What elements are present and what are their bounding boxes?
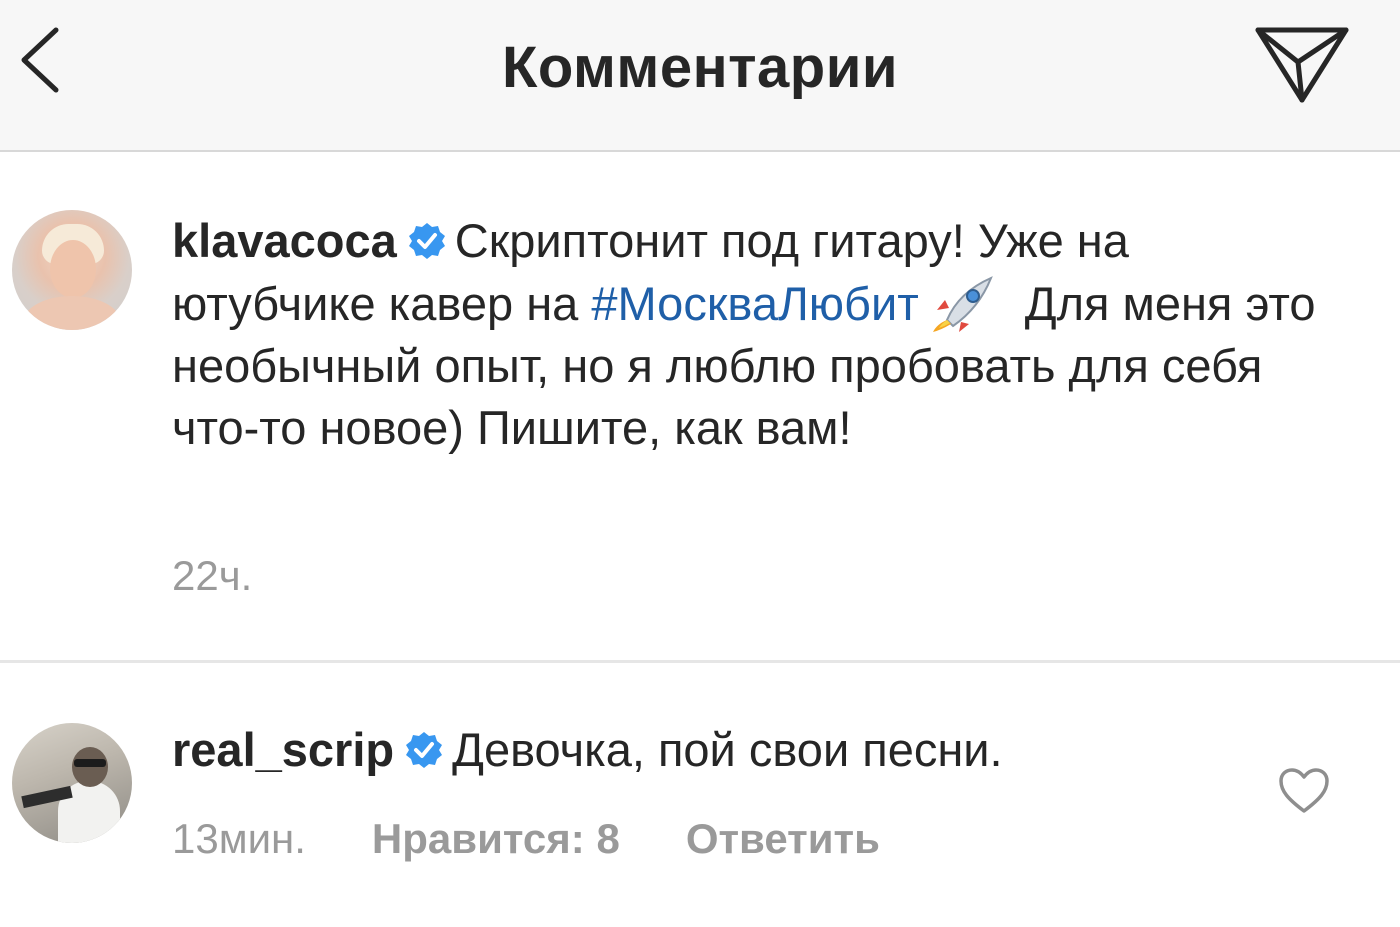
caption-timestamp: 22ч.	[172, 552, 253, 599]
share-button[interactable]	[1252, 22, 1352, 106]
reply-username[interactable]: real_scrip	[172, 723, 394, 776]
header-bar: Комментарии	[0, 0, 1400, 152]
likes-count-link[interactable]: Нравится: 8	[372, 815, 620, 863]
avatar-real-scrip[interactable]	[12, 723, 132, 843]
hashtag-link[interactable]: #МоскваЛюбит	[591, 277, 918, 330]
reply-button[interactable]: Ответить	[686, 815, 880, 863]
rocket-icon	[932, 276, 993, 332]
avatar-shoulder	[24, 296, 120, 330]
reply-text: real_scrip Девочка, пой свои песни.	[172, 719, 1332, 781]
paper-plane-icon	[1255, 27, 1349, 103]
avatar-klavacoca[interactable]	[12, 210, 132, 330]
caption-username[interactable]: klavacoca	[172, 214, 397, 267]
reply-meta: 13мин. Нравится: 8 Ответить	[172, 815, 880, 863]
caption-comment: klavacoca Скриптонит под гитару! Уже на ю…	[0, 152, 1400, 660]
comments-screen: Комментарии klavacoca Скриптонит под гита…	[0, 0, 1400, 927]
verified-badge-icon	[408, 223, 445, 259]
avatar-face	[50, 240, 96, 298]
reply-body: Девочка, пой свои песни.	[452, 723, 1003, 776]
avatar-head	[72, 747, 108, 787]
avatar-glasses	[74, 759, 106, 767]
like-button[interactable]	[1278, 767, 1330, 815]
page-title: Комментарии	[501, 35, 899, 100]
heart-outline-icon	[1279, 768, 1329, 813]
reply-timestamp: 13мин.	[172, 815, 306, 862]
reply-comment: real_scrip Девочка, пой свои песни. 13мин…	[0, 663, 1400, 927]
verified-badge-icon	[406, 732, 443, 768]
caption-text: klavacoca Скриптонит под гитару! Уже на ю…	[172, 210, 1332, 459]
